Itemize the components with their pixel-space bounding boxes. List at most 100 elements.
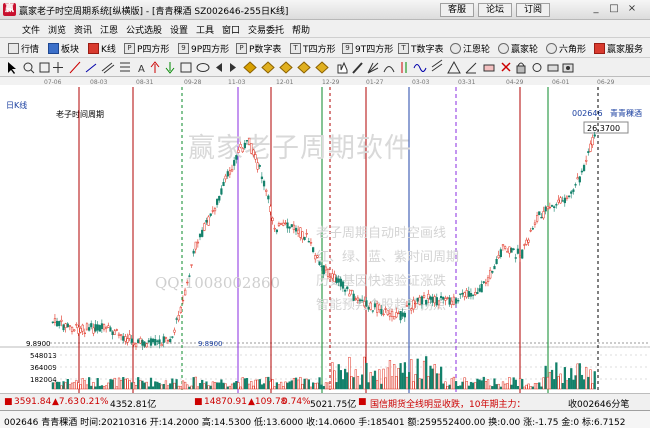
volume-bar	[98, 385, 101, 390]
left-icon[interactable]	[216, 63, 222, 72]
volume-bar	[122, 377, 125, 390]
candle-body	[371, 310, 374, 312]
candle-body	[173, 329, 176, 333]
volume-bar	[568, 377, 571, 390]
volume-bar	[235, 381, 238, 390]
cross-icon[interactable]	[53, 62, 63, 73]
toolbar-t-table[interactable]: T T数字表	[398, 41, 444, 55]
ellipse-icon[interactable]	[196, 63, 210, 72]
cycle-icon[interactable]	[383, 66, 395, 73]
triangle-icon[interactable]	[447, 60, 461, 74]
eraser-icon[interactable]	[483, 64, 495, 72]
lock-icon[interactable]	[516, 62, 526, 74]
cursor-icon[interactable]	[8, 62, 16, 74]
forum-button[interactable]: 论坛	[478, 3, 513, 17]
diamond-blue-icon[interactable]	[261, 61, 275, 74]
toolbar-gann-wheel[interactable]: 江恩轮	[450, 41, 490, 55]
menu-trade[interactable]: 交易委托	[248, 23, 284, 36]
candle-body	[192, 250, 195, 254]
diamond-purple-icon[interactable]	[297, 61, 311, 74]
hand-icon[interactable]	[337, 61, 348, 74]
sector-icon	[48, 42, 59, 54]
candle-body	[312, 247, 315, 252]
pencil-icon[interactable]	[352, 62, 363, 74]
service-button[interactable]: 客服	[440, 3, 475, 17]
candle-body	[367, 307, 370, 310]
menu-gann[interactable]: 江恩	[100, 23, 118, 36]
diamond-green-icon[interactable]	[279, 61, 293, 74]
delete-icon[interactable]	[501, 62, 511, 72]
volume-bar	[173, 382, 176, 390]
sine-icon[interactable]	[413, 64, 427, 72]
toolbar-t-square[interactable]: T T四方形	[290, 41, 336, 55]
candle-body	[412, 300, 415, 310]
line-icon[interactable]	[69, 61, 81, 74]
grid-icon	[8, 42, 19, 54]
menu-info[interactable]: 资讯	[74, 23, 92, 36]
toolbar-sector[interactable]: 板块	[48, 41, 79, 55]
candle-body	[450, 300, 453, 305]
volume-bar	[120, 380, 123, 390]
pan-icon[interactable]	[39, 62, 50, 73]
toolbar-p-square[interactable]: P P四方形	[124, 41, 169, 55]
volume-bar	[572, 379, 575, 390]
main-toolbar: 行情 板块 K线 P P四方形 9 9P四方形 P P数字表 T T四方形 9 9T四方形…	[0, 38, 650, 58]
menu-file[interactable]: 文件	[22, 23, 40, 36]
volume-bar	[452, 376, 456, 390]
speed-icon[interactable]	[465, 62, 477, 74]
channel-icon[interactable]	[431, 59, 443, 72]
volume-bar	[132, 382, 136, 390]
arrow-down-icon[interactable]	[165, 62, 175, 74]
candle-body	[226, 171, 229, 177]
close-icon[interactable]: ×	[624, 3, 640, 17]
volume-bar	[160, 384, 163, 390]
volume-bar	[557, 376, 560, 390]
candle-body	[286, 222, 289, 229]
toolbar-9t-square[interactable]: 9 9T四方形	[342, 41, 393, 55]
camera-icon[interactable]	[562, 63, 574, 73]
refresh-icon[interactable]	[532, 63, 542, 72]
toolbar-9p-square[interactable]: 9 9P四方形	[178, 41, 229, 55]
rect-icon[interactable]	[180, 62, 192, 73]
print-icon[interactable]	[547, 64, 559, 72]
zoom-icon[interactable]	[23, 62, 35, 74]
candle-body	[472, 294, 475, 296]
maximize-icon[interactable]: □	[606, 3, 622, 17]
minimize-icon[interactable]: _	[588, 3, 604, 17]
candle-body	[501, 244, 505, 247]
time-line-icon[interactable]	[401, 62, 407, 73]
diamond-red-icon[interactable]	[243, 61, 257, 74]
watch-item[interactable]: 收002646分笔	[568, 397, 629, 410]
candle-body	[243, 142, 246, 149]
menu-browse[interactable]: 浏览	[48, 23, 66, 36]
menu-tools[interactable]: 工具	[196, 23, 214, 36]
candle-body	[196, 241, 200, 244]
volume-bar	[184, 381, 187, 390]
fib-icon[interactable]	[120, 62, 130, 72]
toolbar-hexagon[interactable]: 六角形	[546, 41, 586, 55]
arrow-up-icon[interactable]	[150, 61, 160, 73]
ray-icon[interactable]	[85, 63, 97, 73]
toolbar-winner-wheel[interactable]: 赢家轮	[498, 41, 538, 55]
volume-bar	[544, 365, 547, 390]
subscribe-button[interactable]: 订阅	[516, 3, 551, 17]
menu-help[interactable]: 帮助	[292, 23, 310, 36]
toolbar-kline[interactable]: K线	[88, 41, 116, 55]
kline-chart[interactable]: 07-06 08-03 08-31 09-28 11-03 12-01 12-29 01-27…	[0, 77, 650, 393]
toolbar-p-table[interactable]: P P数字表	[236, 41, 281, 55]
right-icon[interactable]	[230, 63, 236, 72]
news-ticker[interactable]: 国信期货全线明显收跌，10年期主力：	[370, 397, 525, 410]
diamond-gold-icon[interactable]	[315, 61, 329, 74]
menu-window[interactable]: 窗口	[222, 23, 240, 36]
candle-body	[152, 338, 155, 343]
volume-bar	[514, 379, 517, 390]
menu-settings[interactable]: 设置	[170, 23, 188, 36]
parallel-icon[interactable]	[101, 62, 115, 74]
candle-body	[499, 249, 502, 257]
toolbar-quote[interactable]: 行情	[8, 41, 39, 55]
text-icon[interactable]: A	[138, 64, 145, 75]
menu-formula[interactable]: 公式选股	[126, 23, 162, 36]
candle-body	[416, 297, 419, 302]
gann-fan-icon[interactable]	[367, 62, 379, 74]
toolbar-service[interactable]: 赢家服务	[594, 41, 643, 55]
